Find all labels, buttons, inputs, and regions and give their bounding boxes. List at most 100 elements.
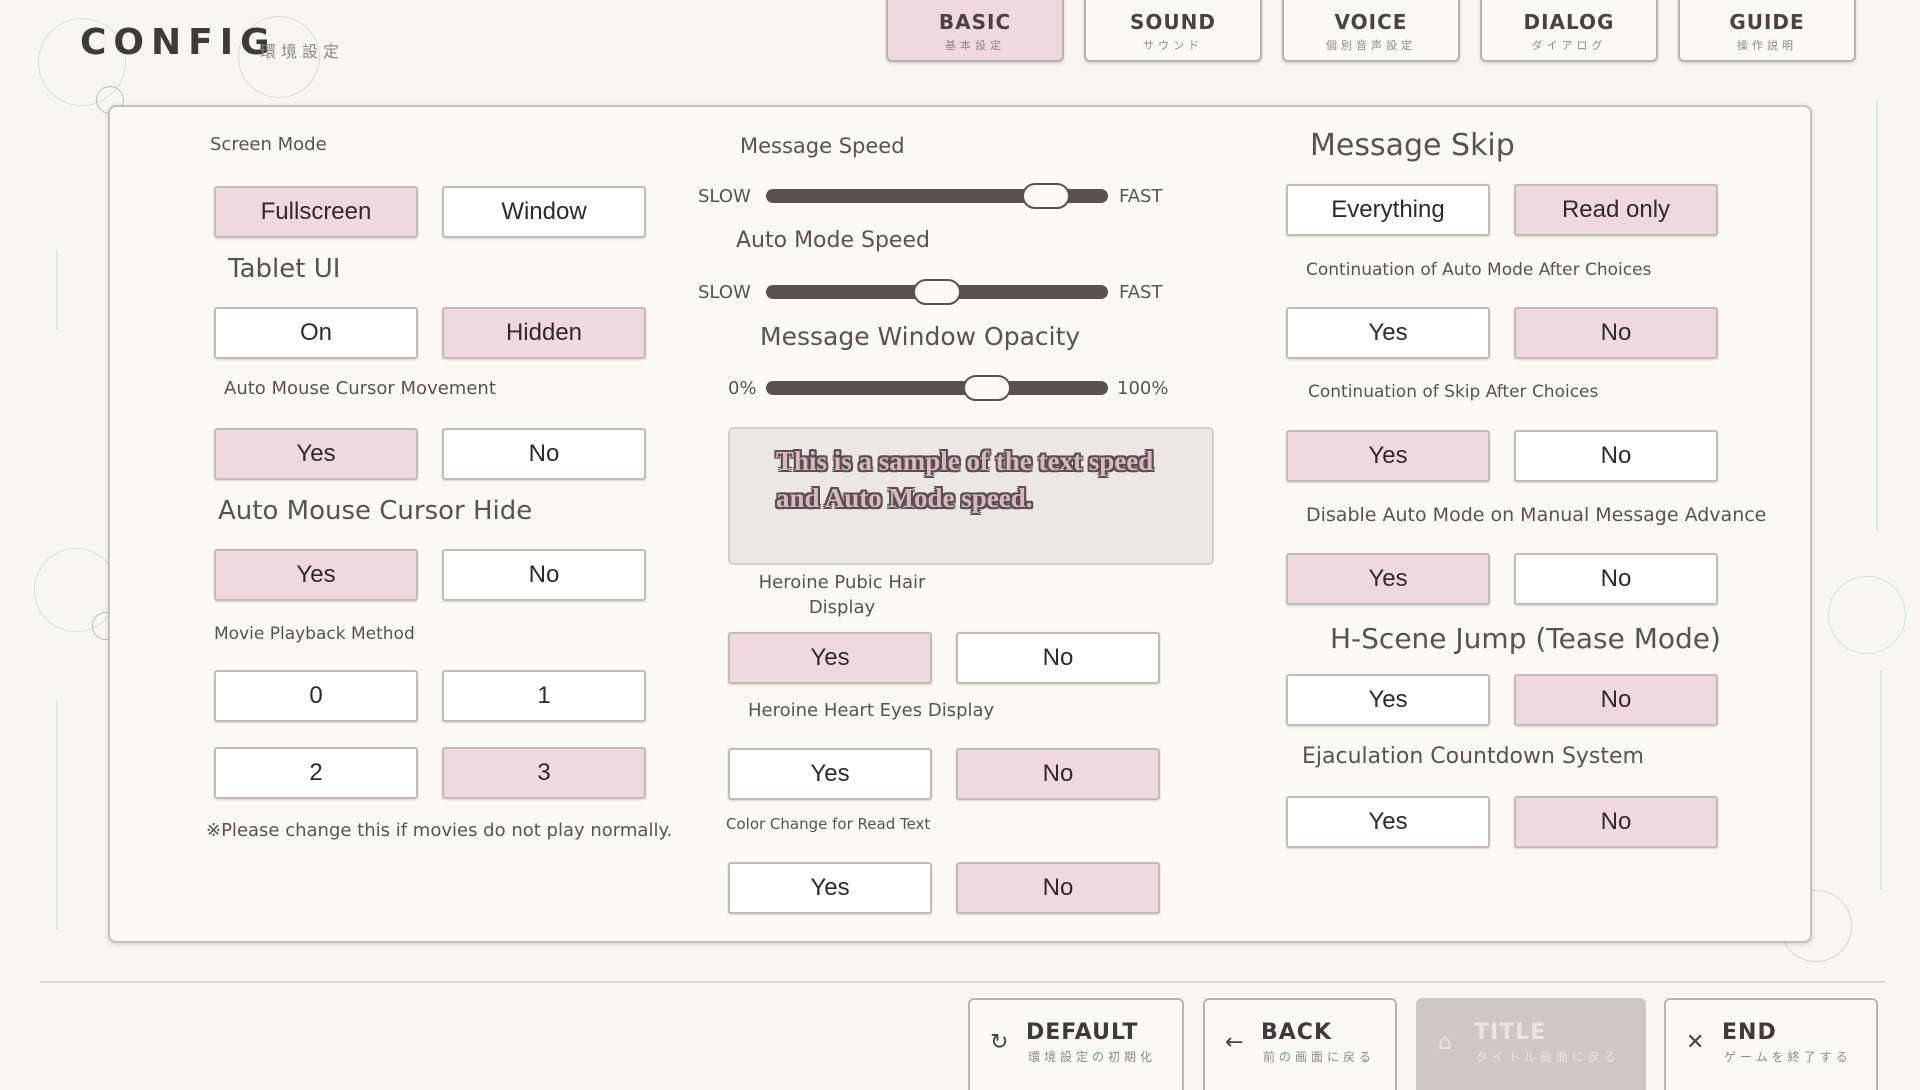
ejac-countdown-label: Ejaculation Countdown System xyxy=(1302,744,1644,769)
auto-mode-speed-min-label: SLOW xyxy=(698,282,751,303)
back-label: BACK xyxy=(1261,1020,1332,1045)
tab-label: DIALOG xyxy=(1523,10,1615,34)
title-label: TITLE xyxy=(1474,1020,1547,1045)
tab-sublabel: サウンド xyxy=(1143,39,1203,52)
hscene-jump-yes-button[interactable]: Yes xyxy=(1286,674,1490,726)
tab-label: BASIC xyxy=(938,10,1012,34)
home-icon: ⌂ xyxy=(1438,1030,1452,1055)
read-color-yes-button[interactable]: Yes xyxy=(728,862,932,914)
window-opacity-label: Message Window Opacity xyxy=(760,322,1081,351)
movie-method-0-button[interactable]: 0 xyxy=(214,670,418,722)
message-speed-label: Message Speed xyxy=(740,134,905,158)
message-speed-slider[interactable] xyxy=(766,183,1108,209)
movie-method-1-button[interactable]: 1 xyxy=(442,670,646,722)
auto-cursor-hide-yes-button[interactable]: Yes xyxy=(214,549,418,601)
tab-sublabel: 基本設定 xyxy=(945,39,1005,52)
tab-guide[interactable]: GUIDE 操作説明 xyxy=(1678,0,1856,62)
tab-sound[interactable]: SOUND サウンド xyxy=(1084,0,1262,62)
tab-voice[interactable]: VOICE 個別音声設定 xyxy=(1282,0,1460,62)
auto-cursor-move-no-button[interactable]: No xyxy=(442,428,646,480)
window-opacity-slider-thumb[interactable] xyxy=(963,375,1011,401)
disable-auto-no-button[interactable]: No xyxy=(1514,553,1718,605)
page-subtitle: 環境設定 xyxy=(260,42,345,61)
tab-sublabel: ダイアログ xyxy=(1531,39,1607,52)
hscene-jump-no-button[interactable]: No xyxy=(1514,674,1718,726)
message-speed-slider-thumb[interactable] xyxy=(1022,183,1070,209)
tablet-ui-label: Tablet UI xyxy=(228,254,341,284)
auto-after-choice-label: Continuation of Auto Mode After Choices xyxy=(1306,260,1652,280)
tab-sublabel: 操作説明 xyxy=(1737,39,1797,52)
movie-method-2-button[interactable]: 2 xyxy=(214,747,418,799)
movie-method-3-button[interactable]: 3 xyxy=(442,747,646,799)
decorative-line xyxy=(56,250,58,330)
end-button[interactable]: ✕ END ゲームを終了する xyxy=(1664,998,1878,1090)
tablet-ui-on-button[interactable]: On xyxy=(214,307,418,359)
auto-cursor-move-label: Auto Mouse Cursor Movement xyxy=(224,378,496,399)
auto-mode-speed-slider-thumb[interactable] xyxy=(913,279,961,305)
auto-cursor-move-yes-button[interactable]: Yes xyxy=(214,428,418,480)
window-button[interactable]: Window xyxy=(442,186,646,238)
auto-after-choice-yes-button[interactable]: Yes xyxy=(1286,307,1490,359)
ejac-countdown-no-button[interactable]: No xyxy=(1514,796,1718,848)
fullscreen-button[interactable]: Fullscreen xyxy=(214,186,418,238)
back-sublabel: 前の画面に戻る xyxy=(1263,1050,1376,1064)
heart-eyes-label: Heroine Heart Eyes Display xyxy=(748,700,995,721)
pubic-hair-no-button[interactable]: No xyxy=(956,632,1160,684)
auto-mode-speed-label: Auto Mode Speed xyxy=(736,228,930,253)
decorative-line xyxy=(56,700,58,930)
default-button[interactable]: ↻ DEFAULT 環境設定の初期化 xyxy=(968,998,1184,1090)
decorative-circle xyxy=(1828,576,1906,654)
skip-everything-button[interactable]: Everything xyxy=(1286,184,1490,236)
tab-label: VOICE xyxy=(1334,10,1408,34)
skip-read-only-button[interactable]: Read only xyxy=(1514,184,1718,236)
auto-cursor-hide-label: Auto Mouse Cursor Hide xyxy=(218,496,533,526)
message-speed-max-label: FAST xyxy=(1119,186,1163,207)
end-label: END xyxy=(1722,1020,1777,1045)
title-button[interactable]: ⌂ TITLE タイトル画面に戻る xyxy=(1416,998,1646,1090)
message-speed-min-label: SLOW xyxy=(698,186,751,207)
reset-icon: ↻ xyxy=(990,1030,1009,1055)
skip-after-choice-yes-button[interactable]: Yes xyxy=(1286,430,1490,482)
read-color-no-button[interactable]: No xyxy=(956,862,1160,914)
sample-text: This is a sample of the text speed and A… xyxy=(776,446,1154,513)
auto-mode-speed-max-label: FAST xyxy=(1119,282,1163,303)
hscene-jump-label: H-Scene Jump (Tease Mode) xyxy=(1330,622,1721,655)
window-opacity-slider[interactable] xyxy=(766,375,1108,401)
auto-mode-speed-slider[interactable] xyxy=(766,279,1108,305)
read-color-label: Color Change for Read Text xyxy=(726,815,931,833)
disable-auto-yes-button[interactable]: Yes xyxy=(1286,553,1490,605)
auto-after-choice-no-button[interactable]: No xyxy=(1514,307,1718,359)
window-opacity-max-label: 100% xyxy=(1117,378,1169,399)
title-sublabel: タイトル画面に戻る xyxy=(1476,1050,1621,1064)
default-label: DEFAULT xyxy=(1026,1020,1139,1045)
ejac-countdown-yes-button[interactable]: Yes xyxy=(1286,796,1490,848)
page-title: CONFIG xyxy=(80,22,277,63)
heart-eyes-no-button[interactable]: No xyxy=(956,748,1160,800)
window-opacity-min-label: 0% xyxy=(728,378,757,399)
skip-after-choice-label: Continuation of Skip After Choices xyxy=(1308,382,1599,402)
movie-method-note: ※Please change this if movies do not pla… xyxy=(206,820,673,841)
skip-after-choice-no-button[interactable]: No xyxy=(1514,430,1718,482)
decorative-line xyxy=(1876,100,1878,530)
back-button[interactable]: ← BACK 前の画面に戻る xyxy=(1203,998,1397,1090)
decorative-line xyxy=(40,981,1885,983)
heart-eyes-yes-button[interactable]: Yes xyxy=(728,748,932,800)
auto-cursor-hide-no-button[interactable]: No xyxy=(442,549,646,601)
movie-method-label: Movie Playback Method xyxy=(214,624,415,644)
pubic-hair-label: Heroine Pubic Hair Display xyxy=(758,572,926,618)
tab-label: GUIDE xyxy=(1729,10,1805,34)
decorative-line xyxy=(1880,670,1882,890)
message-skip-label: Message Skip xyxy=(1310,128,1515,163)
close-icon: ✕ xyxy=(1686,1030,1705,1055)
default-sublabel: 環境設定の初期化 xyxy=(1028,1050,1157,1064)
tab-dialog[interactable]: DIALOG ダイアログ xyxy=(1480,0,1658,62)
screen-mode-label: Screen Mode xyxy=(210,134,327,155)
tab-basic[interactable]: BASIC 基本設定 xyxy=(886,0,1064,62)
disable-auto-label: Disable Auto Mode on Manual Message Adva… xyxy=(1306,504,1767,526)
tablet-ui-hidden-button[interactable]: Hidden xyxy=(442,307,646,359)
end-sublabel: ゲームを終了する xyxy=(1724,1050,1852,1064)
tab-sublabel: 個別音声設定 xyxy=(1326,39,1416,52)
sample-text-box: This is a sample of the text speed and A… xyxy=(728,427,1214,565)
pubic-hair-yes-button[interactable]: Yes xyxy=(728,632,932,684)
back-arrow-icon: ← xyxy=(1225,1030,1244,1055)
